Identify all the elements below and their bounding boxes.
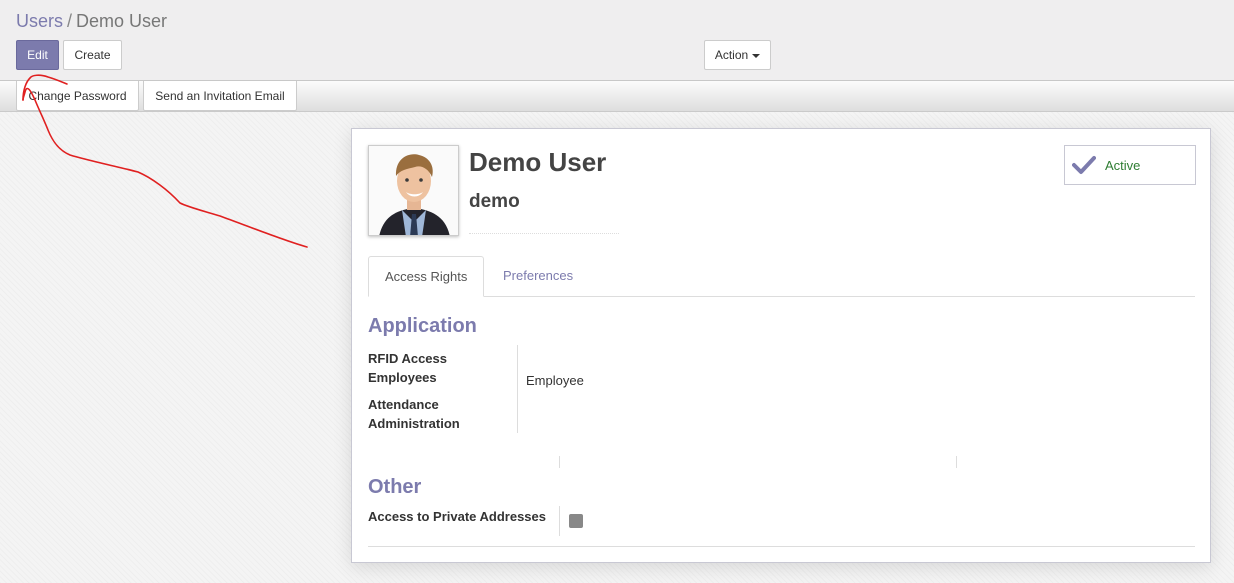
field-divider <box>517 345 518 433</box>
form-sheet: Demo User demo Active Access Rights Pref… <box>351 128 1211 563</box>
tab-access-rights[interactable]: Access Rights <box>368 256 485 297</box>
field-label-line: Administration <box>368 416 460 431</box>
section-title-other: Other <box>368 476 422 498</box>
field-label-access-to-private-addresses: Access to Private Addresses <box>368 509 547 524</box>
field-value-rfid-access-employees[interactable]: Employee <box>526 373 584 388</box>
user-avatar-photo <box>369 146 458 235</box>
active-status-label: Active <box>1105 158 1141 173</box>
field-label-attendance-administration: Attendance Administration <box>368 395 460 433</box>
action-label: Action <box>714 48 749 62</box>
tab-preferences[interactable]: Preferences <box>487 256 589 297</box>
breadcrumb: Users / Demo User <box>16 10 167 32</box>
user-avatar[interactable] <box>368 145 459 236</box>
control-panel: Users / Demo User Edit Create Action <box>0 0 1234 81</box>
section-bottom-rule <box>368 546 1195 547</box>
section-title-application: Application <box>368 315 477 337</box>
form-statusbar: Change Password Send an Invitation Email <box>0 81 1234 112</box>
caret-down-icon <box>752 53 761 58</box>
create-button[interactable]: Create <box>63 40 122 70</box>
edit-button[interactable]: Edit <box>16 40 59 70</box>
field-label-line: RFID Access <box>368 351 447 366</box>
private-addresses-checkbox[interactable] <box>569 514 583 528</box>
active-toggle-button[interactable]: Active <box>1064 145 1196 185</box>
breadcrumb-separator: / <box>67 11 73 31</box>
send-invitation-email-button[interactable]: Send an Invitation Email <box>143 81 297 111</box>
field-label-rfid-access-employees: RFID Access Employees <box>368 349 447 387</box>
breadcrumb-users-link[interactable]: Users <box>16 11 63 31</box>
field-divider <box>559 506 560 536</box>
breadcrumb-current: Demo User <box>76 11 168 31</box>
field-label-line: Employees <box>368 370 437 385</box>
field-label-line: Attendance <box>368 397 439 412</box>
group-divider <box>956 456 957 468</box>
group-divider <box>559 456 560 468</box>
login-underline <box>469 233 619 234</box>
user-login: demo <box>469 191 520 212</box>
action-dropdown-button[interactable]: Action <box>704 40 771 70</box>
notebook-tabs: Access Rights Preferences <box>368 256 1195 297</box>
change-password-button[interactable]: Change Password <box>16 81 139 111</box>
checkmark-icon <box>1072 156 1096 174</box>
user-name: Demo User <box>469 147 607 177</box>
